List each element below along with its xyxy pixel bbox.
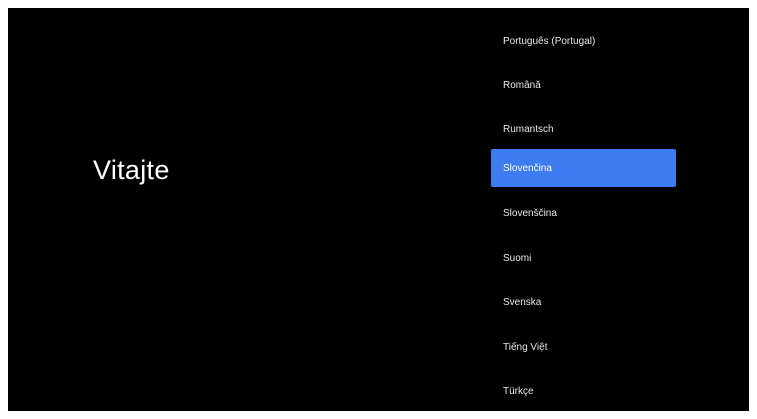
language-option-tieng-viet[interactable]: Tiếng Việt — [491, 328, 676, 366]
language-option-portugues-portugal[interactable]: Português (Portugal) — [491, 22, 676, 60]
language-option-suomi[interactable]: Suomi — [491, 239, 676, 277]
language-option-rumantsch[interactable]: Rumantsch — [491, 110, 676, 148]
language-option-romana[interactable]: Română — [491, 66, 676, 104]
welcome-title: Vitajte — [93, 155, 170, 185]
language-option-slovencina[interactable]: Slovenčina — [491, 149, 676, 187]
language-option-slovenscina[interactable]: Slovenščina — [491, 194, 676, 232]
language-option-svenska[interactable]: Svenska — [491, 283, 676, 321]
tv-screen: Vitajte Português (Portugal) Română Ruma… — [8, 8, 749, 411]
language-option-turkce[interactable]: Türkçe — [491, 372, 676, 410]
